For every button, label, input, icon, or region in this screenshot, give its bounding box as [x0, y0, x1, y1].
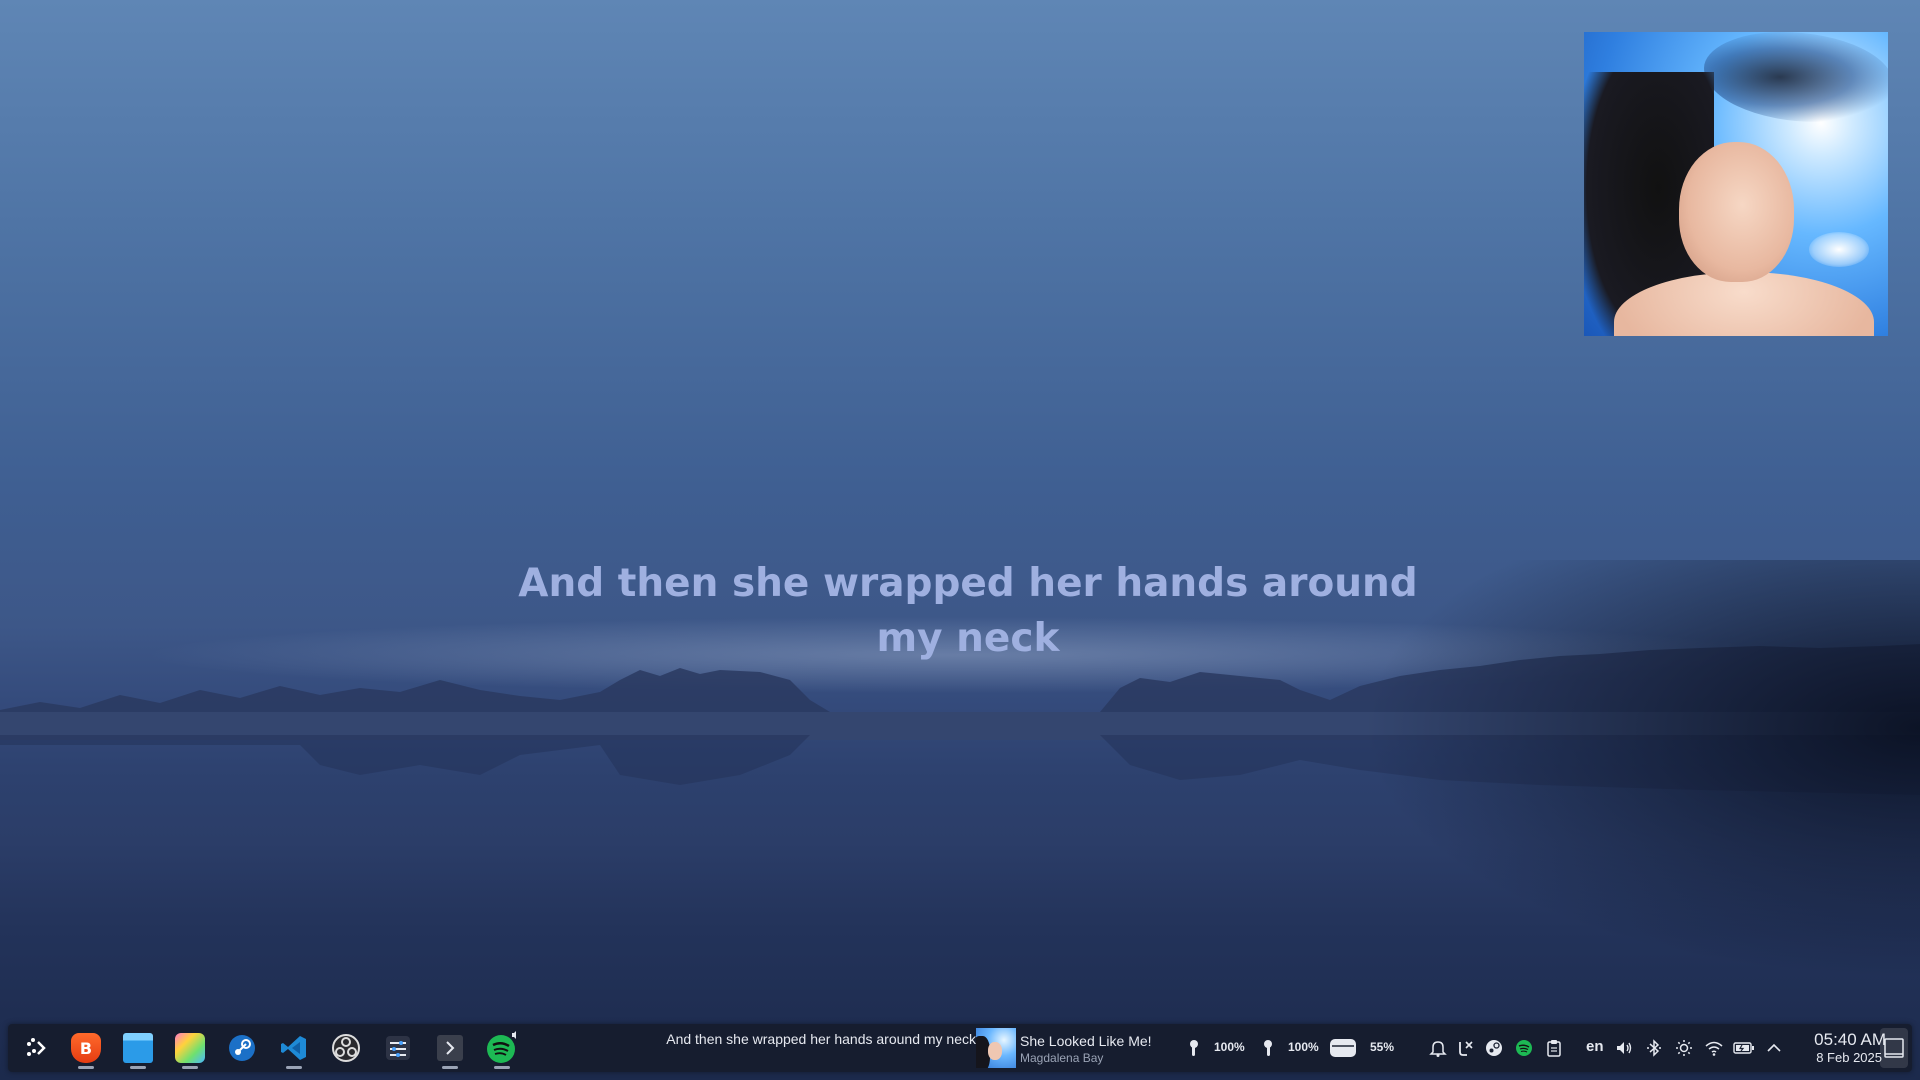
running-indicator	[286, 1066, 302, 1069]
vscode-icon	[281, 1036, 306, 1060]
steam-tray-icon[interactable]	[1482, 1036, 1506, 1060]
show-desktop-icon	[1884, 1038, 1904, 1058]
show-desktop-button[interactable]	[1880, 1028, 1908, 1068]
running-indicator	[78, 1066, 94, 1069]
file-manager-icon	[123, 1033, 153, 1063]
earbud-right-battery: 100%	[1288, 1040, 1319, 1054]
notifications-bell-icon[interactable]	[1426, 1036, 1450, 1060]
keyboard-layout-indicator[interactable]: en	[1586, 1038, 1604, 1055]
brave-icon: B	[71, 1033, 101, 1063]
taskbar-app-steam[interactable]	[222, 1030, 262, 1066]
clipboard-icon[interactable]	[1542, 1036, 1566, 1060]
brightness-icon[interactable]	[1672, 1036, 1696, 1060]
thumb-face	[988, 1042, 1002, 1060]
running-indicator	[130, 1066, 146, 1069]
application-launcher-icon	[27, 1038, 46, 1056]
terminal-icon	[437, 1035, 463, 1061]
cover-hand	[1704, 32, 1888, 122]
obs-icon	[332, 1034, 360, 1062]
taskbar-app-spotify[interactable]	[482, 1030, 522, 1069]
earbud-left-icon[interactable]	[1184, 1038, 1204, 1058]
cover-face	[1679, 142, 1794, 282]
album-cover[interactable]	[1584, 32, 1888, 336]
kde-connect-icon[interactable]	[1454, 1036, 1478, 1060]
chevron-up-icon[interactable]	[1762, 1036, 1786, 1060]
steam-icon	[229, 1035, 255, 1061]
now-playing-thumbnail[interactable]	[976, 1028, 1016, 1068]
taskbar-app-terminal[interactable]	[430, 1030, 470, 1069]
earbuds-case-battery: 55%	[1370, 1040, 1395, 1054]
application-launcher-button[interactable]	[16, 1030, 56, 1066]
clock-date[interactable]: 8 Feb 2025	[1786, 1050, 1882, 1065]
now-playing-artist: Magdalena Bay	[1020, 1051, 1104, 1065]
wifi-icon[interactable]	[1702, 1036, 1726, 1060]
volume-icon[interactable]	[1612, 1036, 1636, 1060]
now-playing-lyric: And then she wrapped her hands around my…	[666, 1031, 976, 1047]
taskbar-app-files[interactable]	[118, 1030, 158, 1069]
earbuds-case-icon[interactable]	[1328, 1038, 1358, 1058]
clock-time[interactable]: 05:40 AM	[1786, 1030, 1886, 1050]
color-app-icon	[175, 1033, 205, 1063]
earbud-right-icon[interactable]	[1258, 1038, 1278, 1058]
running-indicator	[182, 1066, 198, 1069]
taskbar: B And then she wrapped her hands around …	[8, 1024, 1912, 1072]
now-playing-title[interactable]: She Looked Like Me!	[1020, 1033, 1170, 1049]
running-indicator	[442, 1066, 458, 1069]
taskbar-app-brave[interactable]: B	[66, 1030, 106, 1069]
cover-cloud	[1809, 232, 1869, 267]
battery-icon[interactable]	[1732, 1036, 1756, 1060]
taskbar-app-color[interactable]	[170, 1030, 210, 1069]
running-indicator	[494, 1066, 510, 1069]
settings-sliders-icon	[386, 1036, 410, 1060]
taskbar-app-obs[interactable]	[326, 1030, 366, 1066]
desktop-lyrics: And then she wrapped her hands around my…	[518, 561, 1418, 661]
spotify-tray-icon[interactable]	[1512, 1036, 1536, 1060]
bluetooth-icon[interactable]	[1642, 1036, 1666, 1060]
taskbar-app-settings[interactable]	[378, 1030, 418, 1066]
taskbar-app-vscode[interactable]	[274, 1030, 314, 1069]
spotify-icon	[487, 1031, 516, 1063]
earbud-left-battery: 100%	[1214, 1040, 1245, 1054]
